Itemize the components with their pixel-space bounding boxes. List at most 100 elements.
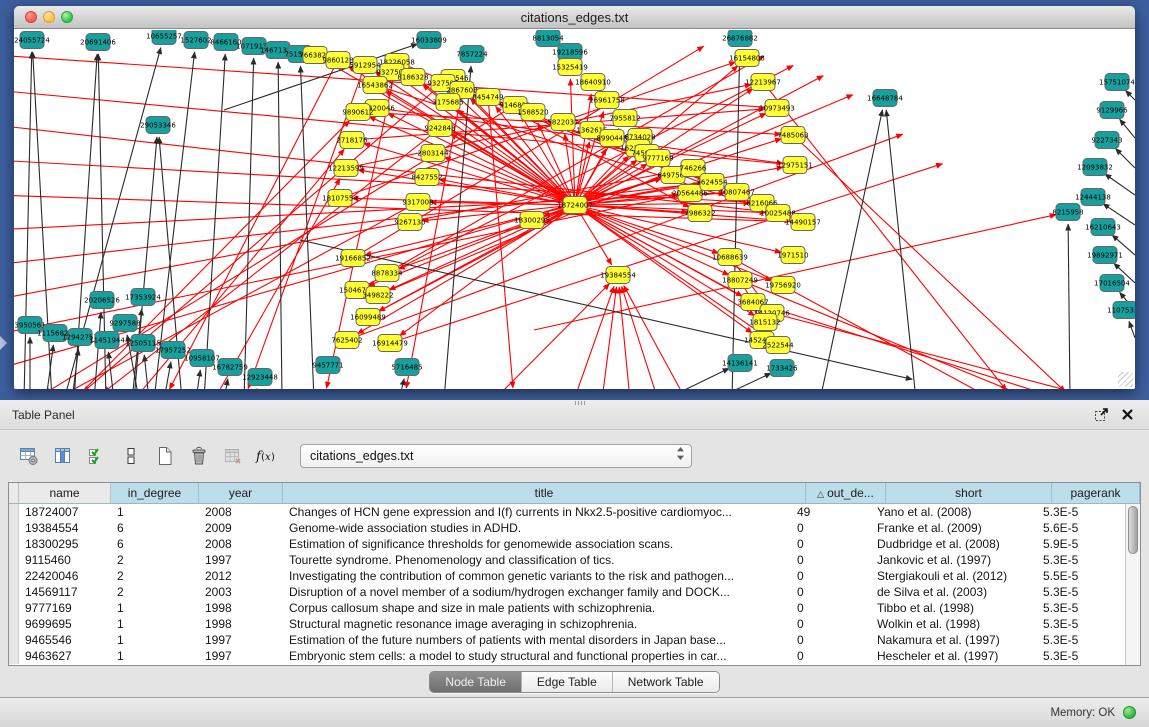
graph-edge[interactable] [390, 164, 943, 343]
graph-node[interactable]: 15751074 [1099, 74, 1135, 91]
graph-edge[interactable] [714, 373, 771, 389]
network-view[interactable]: 2405572420691406106552571527602846616010… [14, 30, 1135, 389]
graph-node[interactable]: 16210643 [1085, 219, 1121, 236]
function-builder-button[interactable]: f ( x ) [252, 441, 282, 471]
graph-edge[interactable] [574, 286, 614, 389]
graph-edge[interactable] [619, 287, 630, 389]
column-header-title[interactable]: title [283, 483, 806, 504]
graph-edge[interactable] [1068, 224, 1070, 389]
graph-node[interactable]: 9242848 [424, 120, 455, 137]
table-mode-button[interactable] [14, 441, 44, 471]
graph-node[interactable]: 8186328 [397, 69, 428, 86]
graph-node[interactable]: 24055724 [14, 32, 50, 49]
graph-node[interactable]: 9267130 [394, 214, 425, 231]
table-row[interactable]: 1938455462009Genome-wide association stu… [9, 520, 1125, 536]
graph-node[interactable]: 1527602 [180, 32, 211, 49]
graph-node[interactable]: 2522544 [762, 337, 794, 354]
graph-node[interactable]: 9890612 [342, 104, 373, 121]
graph-node[interactable]: 8878334 [371, 265, 403, 282]
row-height-button[interactable] [116, 441, 146, 471]
graph-node[interactable]: 1815132 [749, 314, 780, 331]
graph-node[interactable]: 16961758 [589, 92, 625, 109]
graph-node[interactable]: 20691406 [80, 34, 116, 51]
graph-node[interactable]: 15325419 [552, 59, 588, 76]
table-selector-dropdown[interactable]: citations_edges.txt [300, 444, 692, 468]
graph-node[interactable]: 17353924 [125, 289, 161, 306]
table-row[interactable]: 977716911998Corpus callosum shape and si… [9, 600, 1125, 616]
graph-node[interactable]: 7857224 [456, 46, 488, 63]
column-header-out_de[interactable]: △out_de... [806, 483, 886, 504]
column-header-year[interactable]: year [199, 483, 283, 504]
graph-node[interactable]: 10655257 [146, 30, 182, 45]
graph-edge[interactable] [400, 205, 575, 336]
table-scrollbar-thumb[interactable] [1128, 506, 1138, 554]
graph-node[interactable]: 11075334 [1107, 302, 1135, 319]
zoom-button[interactable] [61, 11, 73, 23]
graph-edge[interactable] [1105, 174, 1135, 195]
table-scrollbar[interactable] [1125, 504, 1140, 665]
table-row[interactable]: 946362711997Embryonic stem cells: a mode… [9, 648, 1125, 664]
graph-node[interactable]: 8215958 [1052, 204, 1083, 221]
graph-edge[interactable] [1115, 148, 1135, 168]
graph-edge[interactable] [753, 302, 1053, 389]
table-row[interactable]: 1830029562008Estimation of significance … [9, 536, 1125, 552]
graph-edge[interactable] [204, 54, 225, 389]
new-table-button[interactable] [150, 441, 180, 471]
minimize-button[interactable] [43, 11, 55, 23]
graph-node[interactable]: 9317008 [402, 194, 433, 211]
graph-edge[interactable] [278, 62, 282, 389]
graph-node[interactable]: 19384554 [600, 267, 636, 284]
graph-node[interactable]: 19892971 [1087, 247, 1123, 264]
tab-node-table[interactable]: Node Table [430, 672, 521, 692]
table-row[interactable]: 2242004622012Investigating the contribut… [9, 568, 1125, 584]
graph-node[interactable]: 16154808 [729, 50, 765, 67]
graph-node[interactable]: 9227343 [1091, 132, 1122, 149]
graph-node[interactable]: 7986322 [684, 205, 715, 222]
graph-edge[interactable] [772, 313, 1092, 389]
graph-node[interactable]: 9457771 [312, 357, 343, 374]
graph-node[interactable]: 10688639 [712, 249, 748, 266]
graph-node[interactable]: 9129966 [1096, 102, 1128, 119]
tab-network-table[interactable]: Network Table [612, 672, 719, 692]
graph-node[interactable]: 18640910 [575, 74, 611, 91]
graph-node[interactable]: 2718176 [336, 132, 368, 149]
graph-node[interactable]: 17016504 [1094, 275, 1130, 292]
graph-node[interactable]: 16914479 [372, 335, 408, 352]
graph-node[interactable]: 1733426 [766, 360, 798, 377]
import-table-button[interactable] [218, 441, 248, 471]
graph-node[interactable]: 12093832 [1077, 159, 1113, 176]
table-row[interactable]: 969969511998Structural magnetic resonanc… [9, 616, 1125, 632]
graph-node[interactable]: 2803144 [417, 145, 449, 162]
column-header-pagerank[interactable]: pagerank [1052, 483, 1140, 504]
graph-node[interactable]: 1588520 [517, 104, 548, 121]
graph-node[interactable]: 7485063 [777, 127, 808, 144]
graph-edge[interactable] [399, 379, 404, 389]
delete-table-button[interactable] [184, 441, 214, 471]
graph-edge[interactable] [1129, 321, 1135, 338]
graph-edge[interactable] [144, 355, 149, 389]
graph-node[interactable]: 18300295 [514, 212, 550, 229]
graph-node[interactable]: 5716485 [391, 359, 422, 376]
graph-node[interactable]: 12444138 [1075, 189, 1111, 206]
graph-edge[interactable] [14, 192, 737, 229]
column-header-short[interactable]: short [886, 483, 1052, 504]
graph-edge[interactable] [602, 287, 616, 389]
graph-node[interactable]: 16648784 [867, 90, 903, 107]
graph-edge[interactable] [164, 362, 171, 389]
graph-edge[interactable] [1120, 119, 1135, 138]
window-resize-grip[interactable] [1118, 372, 1133, 387]
column-header-name[interactable]: name [19, 483, 111, 504]
graph-edge[interactable] [300, 240, 912, 379]
network-window-titlebar[interactable]: citations_edges.txt [14, 6, 1135, 29]
graph-edge[interactable] [793, 135, 1065, 389]
graph-node[interactable]: 1971510 [777, 247, 808, 264]
graph-edge[interactable] [347, 134, 903, 340]
graph-node[interactable]: 9777169 [642, 150, 673, 167]
table-row[interactable]: 946554611997Estimation of the future num… [9, 632, 1125, 648]
select-rows-button[interactable] [82, 441, 112, 471]
graph-edge[interactable] [169, 60, 338, 389]
graph-edge[interactable] [24, 52, 32, 389]
graph-node[interactable]: 9297588 [109, 315, 140, 332]
graph-node[interactable]: 7625402 [331, 332, 362, 349]
graph-node[interactable]: 3175685 [432, 94, 463, 111]
